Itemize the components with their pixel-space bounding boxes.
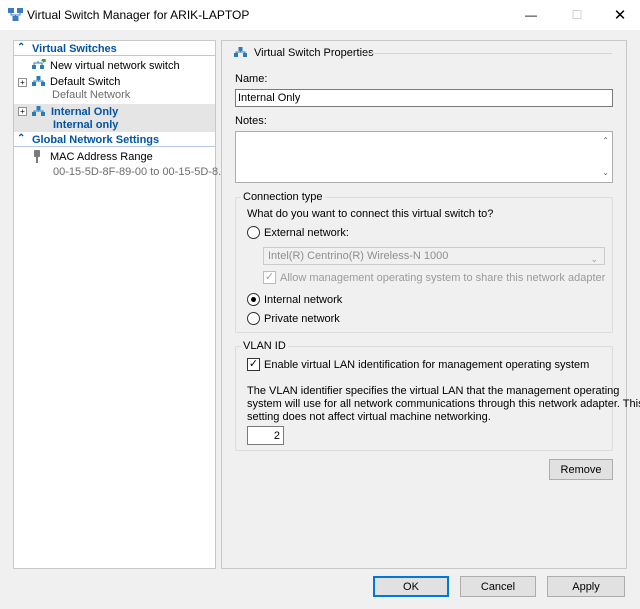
checkmark-icon: ✓ <box>264 271 275 283</box>
private-network-radio[interactable] <box>247 312 260 325</box>
external-network-label[interactable]: External network: <box>264 227 349 239</box>
switch-type: Internal only <box>53 119 119 131</box>
mac-range-label: MAC Address Range <box>50 151 153 163</box>
private-network-label[interactable]: Private network <box>264 313 340 325</box>
vlan-description-line-3: setting does not affect virtual machine … <box>247 411 491 423</box>
switch-icon <box>32 106 45 116</box>
switch-name-field[interactable]: Internal Only <box>235 89 613 107</box>
new-switch-icon <box>32 59 46 69</box>
switch-item-default[interactable]: + Default Switch Default Network <box>14 74 215 104</box>
switch-item-internal-only[interactable]: + Internal Only Internal only <box>14 104 215 132</box>
title-bar: Virtual Switch Manager for ARIK-LAPTOP —… <box>0 0 640 30</box>
expand-icon[interactable]: + <box>18 107 27 116</box>
vlan-id-field[interactable]: 2 <box>247 426 284 445</box>
adapter-value: Intel(R) Centrino(R) Wireless-N 1000 <box>268 250 449 262</box>
network-adapter-dropdown[interactable]: Intel(R) Centrino(R) Wireless-N 1000 ⌄ <box>263 247 605 265</box>
new-virtual-switch-item[interactable]: New virtual network switch <box>14 58 215 74</box>
switch-icon <box>32 76 45 86</box>
mac-address-icon <box>34 150 40 163</box>
checkmark-icon: ✓ <box>248 358 259 370</box>
switch-name: Internal Only <box>51 106 119 118</box>
mac-address-range-item[interactable]: MAC Address Range 00-15-5D-8F-89-00 to 0… <box>14 149 227 181</box>
internal-network-label[interactable]: Internal network <box>264 294 342 306</box>
apply-button[interactable]: Apply <box>547 576 625 597</box>
virtual-switch-manager-icon <box>8 8 23 21</box>
notes-label: Notes: <box>235 115 267 127</box>
connection-type-legend: Connection type <box>241 191 325 203</box>
external-network-radio[interactable] <box>247 226 260 239</box>
connection-question: What do you want to connect this virtual… <box>247 208 494 220</box>
enable-vlan-label[interactable]: Enable virtual LAN identification for ma… <box>264 359 589 371</box>
notes-field[interactable]: ⌃ ⌄ <box>235 131 613 183</box>
switch-type: Default Network <box>52 89 131 101</box>
group-divider <box>362 53 612 54</box>
maximize-button[interactable]: ☐ <box>554 0 600 30</box>
properties-group-title: Virtual Switch Properties <box>254 47 374 59</box>
vlan-id-value: 2 <box>273 430 280 442</box>
window-title: Virtual Switch Manager for ARIK-LAPTOP <box>27 8 250 22</box>
allow-mgmt-checkbox[interactable]: ✓ <box>263 271 276 284</box>
remove-button[interactable]: Remove <box>549 459 613 480</box>
close-button[interactable]: ✕ <box>600 0 640 30</box>
collapse-chevron-icon[interactable]: ⌃ <box>17 42 25 53</box>
switch-name: Default Switch <box>50 76 121 88</box>
new-switch-label: New virtual network switch <box>50 60 180 72</box>
close-icon: ✕ <box>613 7 627 24</box>
enable-vlan-checkbox[interactable]: ✓ <box>247 358 260 371</box>
vlan-id-group: VLAN ID ✓ Enable virtual LAN identificat… <box>235 340 640 451</box>
connection-type-group: Connection type What do you want to conn… <box>235 191 613 333</box>
minimize-icon: — <box>525 8 537 22</box>
scroll-up-icon[interactable]: ⌃ <box>602 136 609 145</box>
switch-list-pane: ⌃ Virtual Switches New virtual network s… <box>13 40 227 569</box>
vlan-id-legend: VLAN ID <box>241 340 288 352</box>
name-label: Name: <box>235 73 268 85</box>
maximize-icon: ☐ <box>571 8 583 22</box>
cancel-button[interactable]: Cancel <box>460 576 536 597</box>
vlan-description-line-2: system will use for all network communic… <box>247 398 640 410</box>
switch-icon <box>234 47 247 57</box>
scroll-down-icon[interactable]: ⌄ <box>602 168 609 177</box>
virtual-switches-header[interactable]: ⌃ Virtual Switches <box>14 42 215 56</box>
internal-network-radio[interactable] <box>247 293 260 306</box>
expand-icon[interactable]: + <box>18 78 27 87</box>
vlan-description-line-1: The VLAN identifier specifies the virtua… <box>247 385 620 397</box>
switch-name-value: Internal Only <box>238 92 301 104</box>
ok-button[interactable]: OK <box>373 576 449 597</box>
minimize-button[interactable]: — <box>508 0 554 30</box>
properties-pane: Virtual Switch Properties Name: Internal… <box>221 40 640 569</box>
allow-mgmt-label: Allow management operating system to sha… <box>280 272 606 284</box>
chevron-down-icon: ⌄ <box>590 254 598 264</box>
collapse-chevron-icon[interactable]: ⌃ <box>17 133 25 144</box>
mac-range-value: 00-15-5D-8F-89-00 to 00-15-5D-8... <box>53 166 228 178</box>
global-network-settings-header[interactable]: ⌃ Global Network Settings <box>14 133 215 147</box>
